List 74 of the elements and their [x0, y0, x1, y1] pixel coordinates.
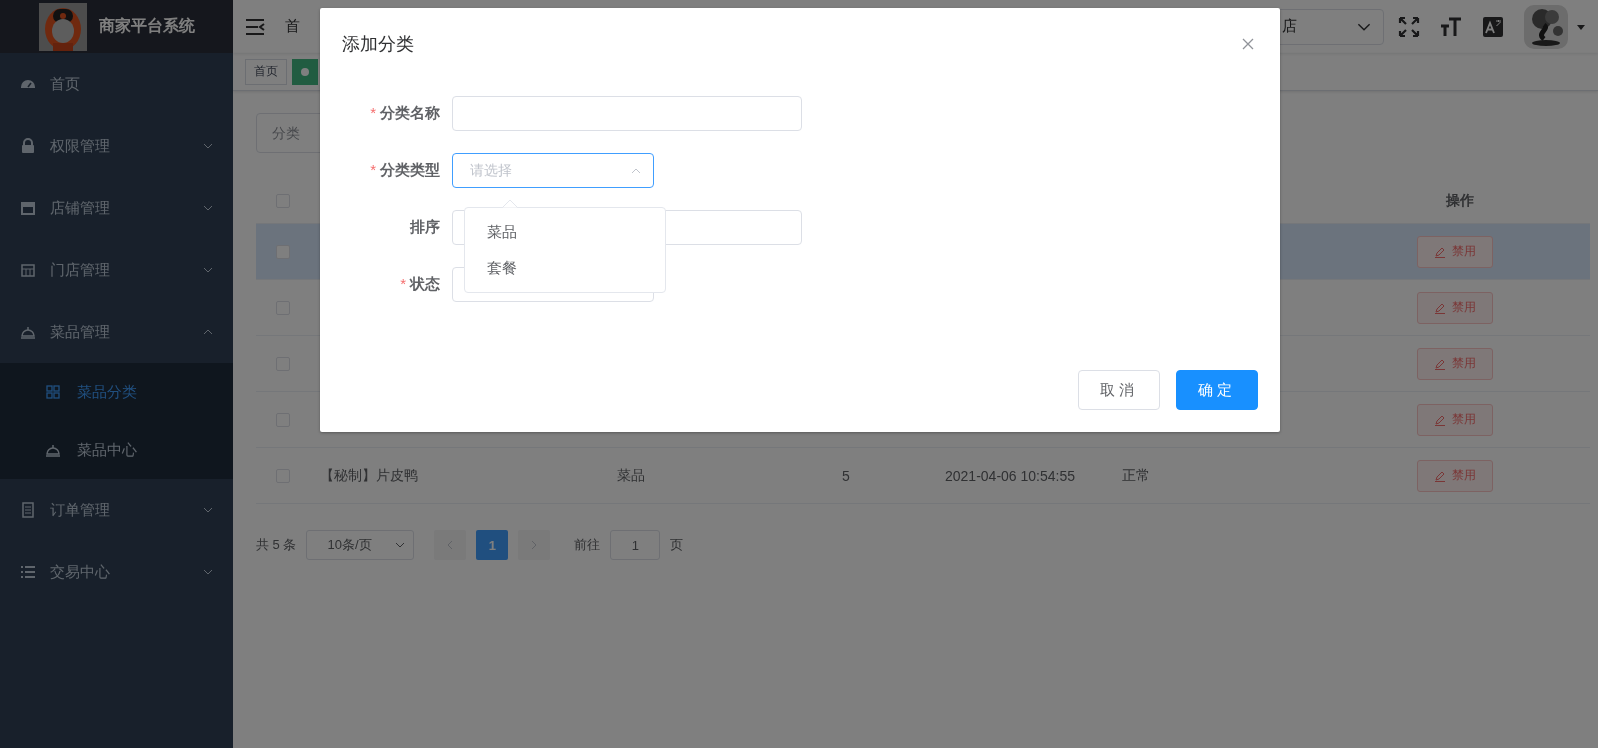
chevron-icon [203, 265, 213, 275]
pencil-icon [1434, 245, 1446, 258]
column-header: 操作 [1445, 191, 1474, 210]
bell-icon [20, 324, 36, 340]
translate-icon[interactable] [1482, 15, 1504, 38]
sidebar-item[interactable]: 门店管理 [0, 239, 233, 301]
dropdown-option[interactable]: 套餐 [465, 250, 665, 286]
page-button[interactable]: 1 [476, 530, 509, 560]
chevron-icon [203, 327, 213, 337]
field-label: 分类名称 [380, 104, 440, 121]
required-mark: * [370, 161, 376, 178]
confirm-button[interactable]: 确定 [1176, 370, 1258, 410]
chevron-icon [203, 567, 213, 577]
next-page-button[interactable] [518, 530, 551, 560]
required-mark: * [370, 104, 376, 121]
field-label: 状态 [410, 275, 440, 292]
sidebar-item[interactable]: 首页 [0, 53, 233, 115]
sidebar-item[interactable]: 权限管理 [0, 115, 233, 177]
select-field[interactable]: 请选择 [452, 153, 654, 188]
sidebar-item[interactable]: 店铺管理 [0, 177, 233, 239]
total-count: 共 5 条 [256, 536, 297, 554]
lock-icon [20, 138, 36, 154]
chevron-icon [203, 505, 213, 515]
fullscreen-icon[interactable] [1398, 15, 1420, 38]
shop-icon [20, 200, 36, 216]
close-icon[interactable] [1240, 36, 1256, 52]
required-mark: * [400, 275, 406, 292]
sidebar-subitem[interactable]: 菜品分类 [0, 363, 233, 421]
pencil-icon [1434, 301, 1446, 314]
pencil-icon [1434, 469, 1446, 482]
tag[interactable] [292, 58, 318, 85]
field-label: 排序 [410, 218, 440, 235]
disable-button[interactable]: 禁用 [1417, 291, 1493, 324]
disable-button[interactable]: 禁用 [1417, 459, 1493, 492]
chevron-icon [395, 540, 406, 550]
text-field[interactable] [452, 96, 802, 131]
page-suffix: 页 [670, 536, 684, 554]
chevron-icon [203, 203, 213, 213]
goto-label: 前往 [574, 536, 601, 554]
font-size-icon[interactable] [1440, 15, 1462, 38]
grid-icon [45, 384, 61, 400]
sidebar-subitem[interactable]: 菜品中心 [0, 421, 233, 479]
disable-button[interactable]: 禁用 [1417, 403, 1493, 436]
dropdown-option[interactable]: 菜品 [465, 214, 665, 250]
sidebar-item[interactable]: 订单管理 [0, 479, 233, 541]
table-cell-text: 菜品 [616, 466, 646, 485]
document-icon [20, 502, 36, 518]
disable-button[interactable]: 禁用 [1417, 347, 1493, 380]
app-title: 商家平台系统 [98, 16, 195, 36]
breadcrumb[interactable]: 首 [285, 17, 300, 36]
cancel-button[interactable]: 取消 [1078, 370, 1160, 410]
table-cell-text: 5 [841, 467, 851, 484]
prev-page-button[interactable] [434, 530, 467, 560]
pencil-icon [1434, 413, 1446, 426]
disable-button[interactable]: 禁用 [1417, 235, 1493, 268]
table-cell-text: 【秘制】片皮鸭 [319, 466, 419, 485]
tag[interactable]: 首页 [245, 58, 287, 85]
pencil-icon [1434, 357, 1446, 370]
table-cell-text: 正常 [1121, 466, 1151, 485]
chevron-icon [203, 141, 213, 151]
list-icon [20, 564, 36, 580]
chevron-right-icon [530, 540, 539, 550]
table-cell-text: 2021-04-06 10:54:55 [944, 467, 1076, 484]
storefront-icon [20, 262, 36, 278]
dialog-title: 添加分类 [342, 33, 414, 56]
field-label: 分类类型 [380, 161, 440, 178]
page-size-select[interactable]: 10条/页 [306, 530, 415, 560]
page-input[interactable]: 1 [610, 530, 661, 560]
sidebar-item[interactable]: 菜品管理 [0, 301, 233, 363]
menu-icon[interactable] [245, 17, 265, 36]
chevron-left-icon [446, 540, 455, 550]
caret-icon[interactable] [1576, 22, 1586, 31]
bell-icon [45, 442, 61, 458]
sidebar-item[interactable]: 交易中心 [0, 541, 233, 603]
